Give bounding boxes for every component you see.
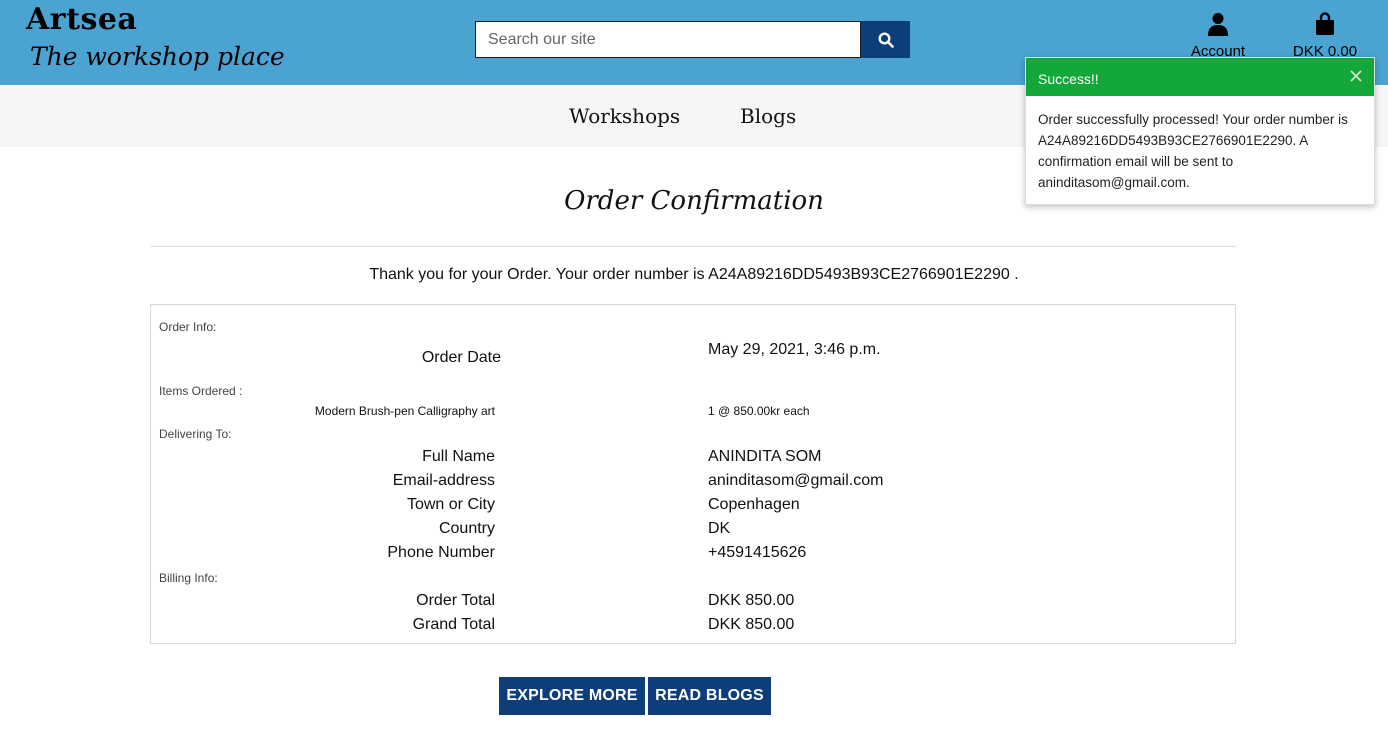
brand-tagline: The workshop place — [30, 42, 285, 71]
close-icon[interactable] — [1348, 68, 1364, 84]
explore-more-button[interactable]: EXPLORE MORE — [499, 677, 645, 715]
town-value: Copenhagen — [708, 496, 800, 513]
search-icon — [877, 31, 894, 48]
search-form — [475, 21, 910, 58]
delivering-to-heading: Delivering To: — [159, 427, 232, 441]
shopping-bag-icon — [1316, 12, 1334, 35]
phone-label: Phone Number — [387, 544, 495, 561]
order-date-value: May 29, 2021, 3:46 p.m. — [708, 341, 881, 358]
country-value: DK — [708, 520, 731, 537]
order-total-label: Order Total — [416, 592, 495, 609]
account-link[interactable]: Account — [1178, 12, 1258, 60]
nav-item-workshops[interactable]: Workshops — [569, 104, 680, 128]
country-label: Country — [438, 520, 495, 537]
item-name: Modern Brush-pen Calligraphy art — [314, 404, 495, 418]
grand-total-value: DKK 850.00 — [708, 616, 795, 633]
user-icon — [1208, 13, 1228, 36]
email-value: aninditasom@gmail.com — [708, 472, 884, 489]
billing-info-heading: Billing Info: — [159, 571, 218, 585]
order-summary: Order Info: Order Date May 29, 2021, 3:4… — [150, 304, 1236, 644]
title-divider — [150, 246, 1236, 247]
items-ordered-heading: Items Ordered : — [159, 384, 243, 398]
read-blogs-button[interactable]: READ BLOGS — [648, 677, 771, 715]
order-info-heading: Order Info: — [159, 320, 217, 334]
item-quantity: 1 @ 850.00kr each — [708, 404, 810, 418]
success-toast: Success!! Order successfully processed! … — [1025, 57, 1375, 205]
toast-header: Success!! — [1026, 58, 1374, 96]
toast-title: Success!! — [1038, 71, 1099, 87]
order-date-label: Order Date — [421, 349, 501, 366]
email-label: Email-address — [392, 472, 495, 489]
order-total-value: DKK 850.00 — [708, 592, 795, 609]
nav-item-blogs[interactable]: Blogs — [740, 104, 796, 128]
grand-total-label: Grand Total — [412, 616, 495, 633]
full-name-label: Full Name — [422, 448, 495, 465]
shopping-bag-link[interactable]: DKK 0.00 — [1284, 12, 1366, 60]
search-input[interactable] — [475, 21, 861, 58]
search-button[interactable] — [861, 21, 910, 58]
toast-message: Order successfully processed! Your order… — [1038, 112, 1348, 190]
phone-value: +4591415626 — [708, 544, 807, 561]
town-label: Town or City — [406, 496, 495, 513]
brand-logo[interactable]: Artsea — [26, 2, 137, 37]
thank-you-message: Thank you for your Order. Your order num… — [369, 266, 1019, 283]
full-name-value: ANINDITA SOM — [708, 448, 822, 465]
